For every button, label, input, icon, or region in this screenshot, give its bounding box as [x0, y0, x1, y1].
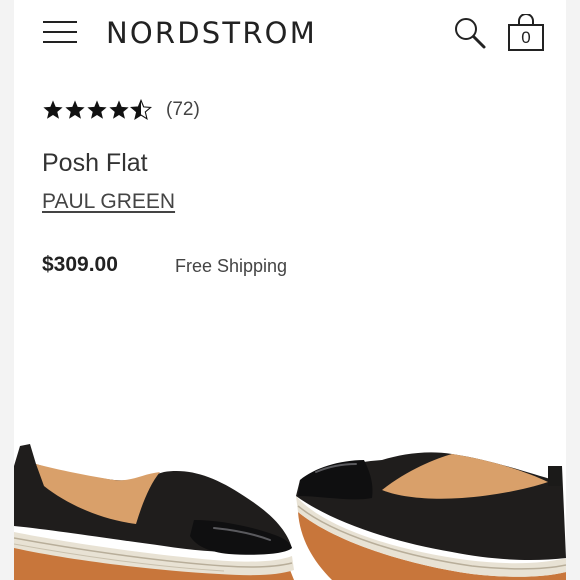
product-title: Posh Flat [42, 149, 148, 177]
review-count: (72) [166, 99, 200, 120]
star-icon [65, 100, 85, 119]
left-edge [0, 0, 14, 580]
brand-link[interactable]: PAUL GREEN [42, 188, 175, 216]
nordstrom-logo[interactable]: NORDSTROM [106, 13, 317, 53]
site-header: NORDSTROM 0 [14, 0, 566, 64]
bag-count: 0 [521, 28, 531, 47]
shopping-bag-icon[interactable]: 0 [506, 14, 546, 52]
right-edge [566, 0, 580, 580]
shoe-image-side-view[interactable] [13, 436, 300, 580]
product-price: $309.00 [42, 253, 118, 276]
half-star-icon [130, 99, 152, 120]
product-rating[interactable]: (72) [42, 96, 200, 124]
product-page: NORDSTROM 0 (72) Posh Flat PAUL GREEN $3… [0, 0, 580, 580]
shipping-info: Free Shipping [175, 256, 288, 276]
search-icon[interactable] [452, 15, 488, 51]
star-icon [87, 100, 107, 119]
hamburger-menu-icon[interactable] [43, 18, 77, 46]
star-icon [109, 100, 129, 119]
star-icon [43, 100, 63, 119]
shoe-image-back-view[interactable] [292, 440, 567, 580]
star-rating [42, 99, 152, 121]
